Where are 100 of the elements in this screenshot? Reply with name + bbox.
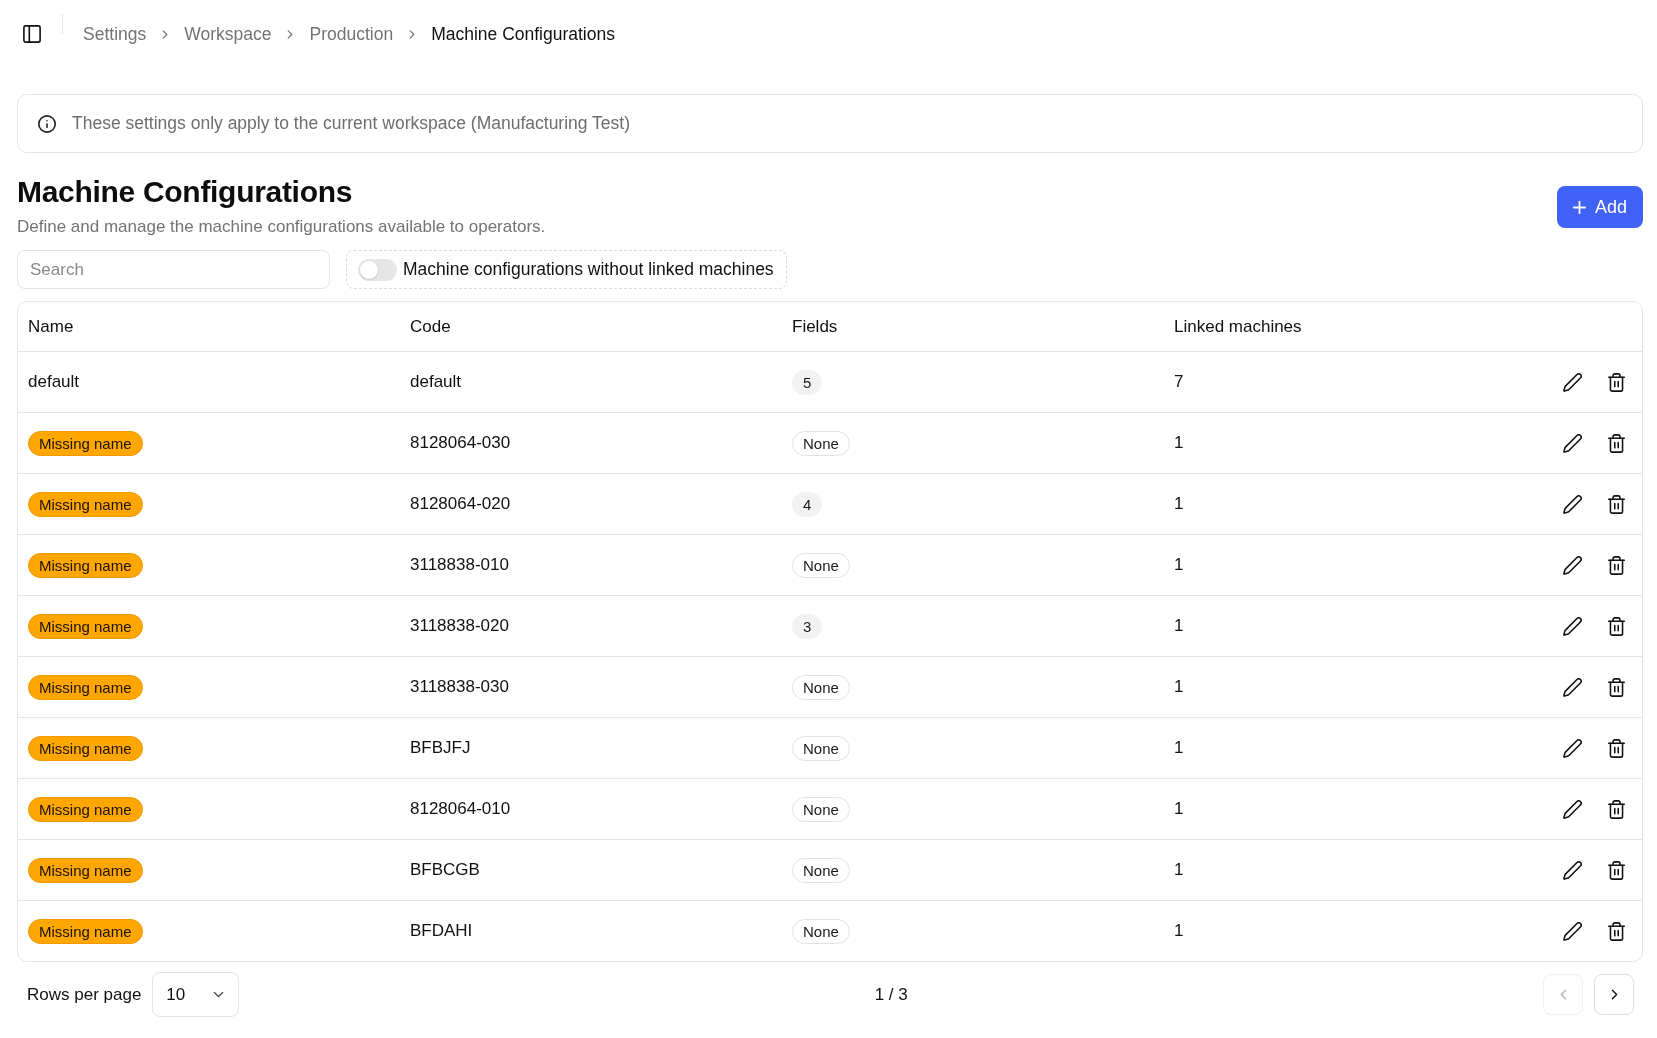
page-title: Machine Configurations	[17, 174, 354, 210]
breadcrumb-current: Machine Configurations	[431, 23, 615, 45]
trash-icon	[1606, 555, 1626, 575]
trash-icon	[1606, 921, 1626, 941]
missing-name-badge: Missing name	[28, 735, 143, 761]
delete-button[interactable]	[1606, 860, 1626, 880]
none-badge: None	[792, 430, 850, 456]
search-field[interactable]: Search	[17, 250, 330, 289]
delete-button[interactable]	[1606, 738, 1626, 758]
breadcrumb-link[interactable]: Workspace	[184, 23, 272, 45]
pencil-icon	[1562, 921, 1582, 941]
delete-button[interactable]	[1606, 555, 1626, 575]
missing-name-badge: Missing name	[28, 552, 143, 578]
plus-icon	[1573, 200, 1586, 214]
page-subtitle: Define and manage the machine configurations available to operators.	[17, 216, 546, 238]
chevron-down-icon	[213, 991, 225, 998]
table-cell-text: 3118838-010	[409, 554, 510, 576]
table-cell-text: 1	[1173, 554, 1185, 576]
column-header: Code	[409, 315, 452, 338]
count-badge: 3	[792, 613, 823, 639]
delete-button[interactable]	[1606, 372, 1626, 392]
chevron-right-icon	[162, 29, 169, 39]
delete-button[interactable]	[1606, 677, 1626, 697]
none-badge: None	[792, 857, 850, 883]
pencil-icon	[1562, 738, 1582, 758]
column-header: Fields	[791, 315, 839, 338]
delete-button[interactable]	[1606, 921, 1626, 941]
edit-button[interactable]	[1562, 860, 1582, 880]
add-button[interactable]: Add	[1557, 186, 1643, 228]
edit-button[interactable]	[1562, 616, 1582, 636]
toggle-switch[interactable]	[358, 258, 397, 281]
delete-button[interactable]	[1606, 433, 1626, 453]
table-cell-text: 7	[1173, 371, 1185, 393]
edit-button[interactable]	[1562, 738, 1582, 758]
table-cell-text: 1	[1173, 920, 1185, 942]
info-text: These settings only apply to the current workspace (Manufacturing Test)	[72, 113, 630, 134]
table-cell-text: default	[409, 371, 463, 393]
missing-name-badge: Missing name	[28, 796, 143, 822]
trash-icon	[1606, 677, 1626, 697]
missing-name-badge: Missing name	[28, 674, 143, 700]
missing-name-badge: Missing name	[28, 918, 143, 944]
table-cell-text: BFBCGB	[409, 859, 481, 881]
missing-name-badge: Missing name	[28, 857, 143, 883]
edit-button[interactable]	[1562, 677, 1582, 697]
count-badge: 5	[792, 369, 823, 395]
none-badge: None	[792, 552, 850, 578]
pencil-icon	[1562, 555, 1582, 575]
sidebar-icon	[23, 25, 41, 43]
filter-toggle[interactable]: Machine configurations without linked machines	[346, 250, 787, 289]
table-cell-text: 1	[1173, 859, 1185, 881]
delete-button[interactable]	[1606, 616, 1626, 636]
table-cell-text: 1	[1173, 615, 1185, 637]
rows-per-page-select[interactable]: 10	[152, 972, 240, 1017]
count-badge: 4	[792, 491, 823, 517]
edit-button[interactable]	[1562, 555, 1582, 575]
edit-button[interactable]	[1562, 494, 1582, 514]
edit-button[interactable]	[1562, 433, 1582, 453]
trash-icon	[1606, 372, 1626, 392]
info-icon	[38, 114, 56, 133]
table-cell-text: 1	[1173, 493, 1185, 515]
table-cell-text: 1	[1173, 798, 1185, 820]
table-cell-text: BFDAHI	[409, 920, 474, 942]
chevron-right-icon	[287, 29, 294, 39]
delete-button[interactable]	[1606, 799, 1626, 819]
missing-name-badge: Missing name	[28, 613, 143, 639]
pencil-icon	[1562, 616, 1582, 636]
edit-button[interactable]	[1562, 799, 1582, 819]
table-cell-text: 8128064-030	[409, 432, 512, 454]
table-cell-text: 3118838-030	[409, 676, 510, 698]
edit-button[interactable]	[1562, 921, 1582, 941]
pencil-icon	[1562, 860, 1582, 880]
page-indicator: 1 / 3	[874, 984, 908, 1005]
breadcrumb-link[interactable]: Settings	[83, 23, 147, 45]
breadcrumb-link[interactable]: Production	[309, 23, 394, 45]
edit-button[interactable]	[1562, 372, 1582, 392]
trash-icon	[1606, 738, 1626, 758]
none-badge: None	[792, 796, 850, 822]
chevron-right-icon	[409, 29, 416, 39]
pencil-icon	[1562, 677, 1582, 697]
column-header: Name	[27, 315, 75, 338]
table-cell-text: 8128064-020	[409, 493, 512, 515]
trash-icon	[1606, 616, 1626, 636]
trash-icon	[1606, 433, 1626, 453]
none-badge: None	[792, 918, 850, 944]
chevron-right-icon	[1610, 989, 1618, 1000]
sidebar-toggle-button[interactable]	[22, 24, 42, 44]
pencil-icon	[1562, 799, 1582, 819]
rows-per-page-label: Rows per page	[27, 984, 142, 1005]
missing-name-badge: Missing name	[28, 430, 143, 456]
column-header: Linked machines	[1173, 315, 1303, 338]
pencil-icon	[1562, 494, 1582, 514]
pencil-icon	[1562, 433, 1582, 453]
table-cell-text: 1	[1173, 737, 1185, 759]
none-badge: None	[792, 674, 850, 700]
trash-icon	[1606, 799, 1626, 819]
toggle-label: Machine configurations without linked machines	[403, 259, 774, 280]
delete-button[interactable]	[1606, 494, 1626, 514]
table-cell-text: 1	[1173, 676, 1185, 698]
trash-icon	[1606, 494, 1626, 514]
pencil-icon	[1562, 372, 1582, 392]
